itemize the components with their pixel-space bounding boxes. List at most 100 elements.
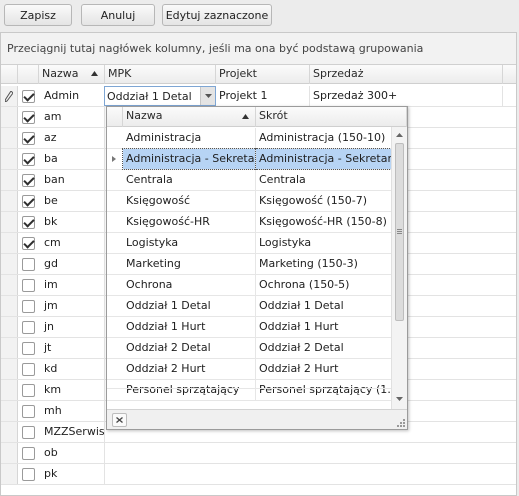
mpk-combobox[interactable]: Oddział 1 Detal (104, 86, 216, 106)
popup-list-item[interactable]: Oddział 2 Hurt Oddział 2 Hurt (107, 359, 391, 380)
column-header-label: MPK (108, 67, 132, 80)
row-checkbox[interactable] (22, 342, 35, 355)
popup-item-name: Oddział 2 Hurt (123, 359, 256, 379)
row-checkbox[interactable] (22, 237, 35, 250)
row-name-cell: ob (42, 443, 105, 463)
popup-indicator-header (107, 107, 123, 127)
row-checkbox[interactable] (22, 426, 35, 439)
current-row-icon (112, 156, 116, 162)
popup-list-item[interactable]: Centrala Centrala (107, 170, 391, 191)
popup-item-short: Marketing (150-3) (259, 257, 358, 270)
save-button[interactable]: Zapisz (4, 4, 72, 26)
popup-item-short: Oddział 2 Detal (259, 341, 344, 354)
table-row[interactable]: ob (1, 443, 516, 464)
scrollbar-thumb[interactable] (395, 143, 404, 321)
row-indicator (1, 128, 18, 148)
row-checkbox[interactable] (22, 258, 35, 271)
row-checkbox[interactable] (22, 300, 35, 313)
popup-list-item[interactable]: Księgowość-HR Księgowość-HR (150-8) (107, 212, 391, 233)
row-name-cell: jn (42, 317, 105, 337)
popup-row-indicator (107, 338, 123, 358)
row-checkbox[interactable] (22, 447, 35, 460)
resize-grip-icon[interactable] (396, 418, 405, 427)
popup-item-short: Ochrona (150-5) (259, 278, 350, 291)
popup-list-item[interactable]: Administracja - SekretariatAdministracja… (107, 148, 392, 170)
column-header-project[interactable]: Projekt (216, 65, 310, 84)
popup-row-indicator (107, 317, 123, 337)
row-checkbox[interactable] (22, 384, 35, 397)
popup-list-item[interactable]: Oddział 1 Hurt Oddział 1 Hurt (107, 317, 391, 338)
row-name-cell: gd (42, 254, 105, 274)
popup-row-indicator (107, 254, 123, 274)
row-indicator (1, 170, 18, 190)
popup-item-name: Administracja (123, 128, 256, 148)
row-name-cell: cm (42, 233, 105, 253)
checkbox-header[interactable] (18, 65, 39, 84)
table-row[interactable]: pk (1, 464, 516, 485)
row-checkbox[interactable] (22, 363, 35, 376)
popup-item-name: Księgowość (123, 191, 256, 211)
row-name-cell: Admin (42, 86, 105, 106)
sort-asc-icon (91, 71, 98, 76)
column-header-mpk[interactable]: MPK (105, 65, 216, 84)
row-name-cell: be (42, 191, 105, 211)
popup-list-item[interactable]: Księgowość Księgowość (150-7) (107, 191, 391, 212)
popup-list-item[interactable]: Administracja Administracja (150-10) (107, 128, 391, 149)
row-indicator (1, 317, 18, 337)
table-row[interactable]: Admin Projekt 1 Sprzedaż 300+ (1, 86, 516, 107)
row-indicator (1, 191, 18, 211)
scroll-up-icon[interactable] (396, 133, 403, 137)
column-header-name[interactable]: Nazwa (39, 65, 105, 84)
scroll-down-icon[interactable] (396, 397, 403, 401)
column-header-label: Projekt (219, 67, 257, 80)
popup-item-name: Oddział 1 Hurt (123, 317, 256, 337)
project-cell[interactable]: Projekt 1 (216, 86, 310, 106)
row-checkbox[interactable] (22, 321, 35, 334)
popup-list-item[interactable]: Marketing Marketing (150-3) (107, 254, 391, 275)
row-indicator (1, 464, 18, 484)
popup-list-item[interactable]: Oddział 2 Detal Oddział 2 Detal (107, 338, 391, 359)
row-checkbox[interactable] (22, 216, 35, 229)
row-name-cell: kd (42, 359, 105, 379)
row-checkbox[interactable] (22, 111, 35, 124)
row-indicator (1, 86, 18, 106)
column-header-sales[interactable]: Sprzedaż (310, 65, 503, 84)
sales-cell[interactable]: Sprzedaż 300+ (310, 86, 503, 106)
row-checkbox[interactable] (22, 90, 35, 103)
row-name-cell: ba (42, 149, 105, 169)
row-checkbox[interactable] (22, 132, 35, 145)
popup-scrollbar[interactable] (391, 127, 407, 409)
popup-item-name: Logistyka (123, 233, 256, 253)
row-name-cell: km (42, 380, 105, 400)
dropdown-button[interactable] (200, 87, 215, 105)
popup-item-short: Logistyka (259, 236, 312, 249)
popup-row-partial (107, 388, 391, 408)
popup-list-item[interactable]: Ochrona Ochrona (150-5) (107, 275, 391, 296)
group-hint: Przeciągnij tutaj nagłówek kolumny, jeśl… (7, 42, 424, 55)
row-checkbox[interactable] (22, 153, 35, 166)
popup-list-item[interactable]: Oddział 1 Detal Oddział 1 Detal (107, 296, 391, 317)
clear-button[interactable] (112, 413, 127, 427)
edit-selected-button[interactable]: Edytuj zaznaczone (162, 4, 272, 26)
row-indicator (1, 359, 18, 379)
cancel-button[interactable]: Anuluj (81, 4, 155, 26)
popup-item-short: Centrala (259, 173, 306, 186)
row-checkbox[interactable] (22, 174, 35, 187)
group-panel[interactable]: Przeciągnij tutaj nagłówek kolumny, jeśl… (1, 33, 516, 65)
popup-column-header-name[interactable]: Nazwa (123, 107, 256, 127)
popup-row-indicator (107, 191, 123, 211)
row-checkbox[interactable] (22, 279, 35, 292)
popup-footer (107, 409, 407, 429)
row-name-cell: MZZSerwis (42, 422, 105, 442)
chevron-down-icon (205, 94, 212, 98)
popup-row-indicator (107, 212, 123, 232)
row-indicator (1, 212, 18, 232)
popup-list-item[interactable]: Logistyka Logistyka (107, 233, 391, 254)
row-checkbox[interactable] (22, 405, 35, 418)
popup-row-indicator (107, 359, 123, 379)
popup-column-header-short[interactable]: Skrót (256, 107, 407, 127)
popup-item-short: Księgowość-HR (150-8) (259, 215, 387, 228)
row-checkbox[interactable] (22, 195, 35, 208)
popup-item-name: Administracja - Sekretariat (122, 148, 257, 170)
row-checkbox[interactable] (22, 468, 35, 481)
